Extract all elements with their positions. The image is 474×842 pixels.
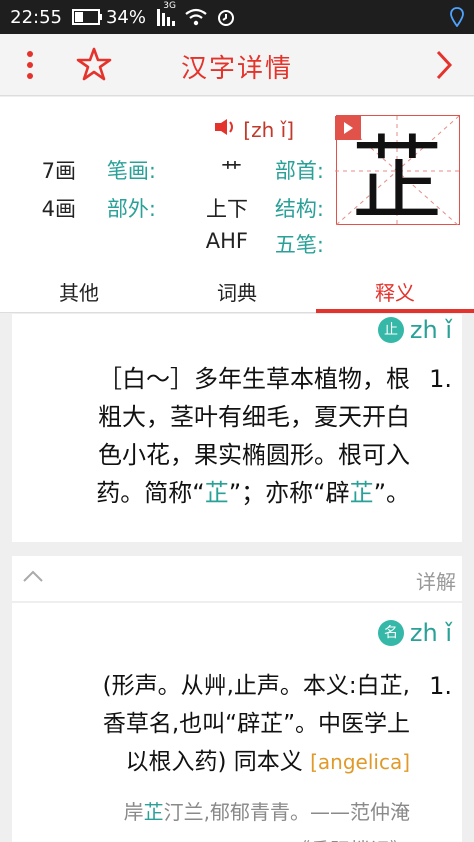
location-icon	[450, 7, 464, 27]
speaker-icon[interactable]	[209, 117, 235, 142]
pinyin-header: zh ǐ 止	[377, 316, 452, 344]
bihua-value: 7画	[41, 159, 76, 183]
detail-section-label: 详解	[416, 570, 456, 594]
tab-qita[interactable]: 其他	[0, 269, 158, 313]
alarm-icon	[216, 7, 236, 27]
status-bar: 3G 34% 22:55	[0, 0, 474, 34]
more-menu-icon[interactable]	[22, 48, 38, 82]
quote-line: 岸芷汀兰,郁郁青青。——范仲淹	[123, 800, 410, 824]
network-type-label: 3G	[163, 1, 176, 11]
chevron-up-icon[interactable]	[22, 568, 44, 588]
wubi-value: AHF	[205, 229, 248, 253]
signal-icon: 3G	[154, 1, 176, 27]
battery-percent: 34%	[105, 6, 146, 28]
tab-shiyi[interactable]: 释义	[316, 269, 474, 313]
detail-line: 以根入药) 同本义 [angelica]	[125, 749, 410, 775]
buwai-label: 部外:	[106, 197, 156, 221]
pinyin-row: [zh ǐ]	[209, 117, 294, 142]
definition-line: 药。简称“芷”；亦称“辟芷”。	[96, 479, 410, 507]
detail-pinyin-badge: 名	[377, 620, 404, 646]
status-time: 22:55	[10, 6, 62, 28]
play-animation-icon[interactable]	[335, 116, 361, 140]
screen: 3G 34% 22:55 汉字详情 芷 [zh ǐ] 部首: 艹 笔画: 7画 …	[0, 0, 474, 842]
detail-pinyin-header: zh ǐ 名	[377, 619, 452, 647]
detail-definition-text: 1. (形声。从艸,止声。本义:白芷, 香草名,也叫“辟芷”。中医学上 以根入药…	[22, 667, 452, 842]
page-title: 汉字详情	[181, 54, 294, 84]
buwai-value: 4画	[41, 197, 76, 221]
definition-line: 粗大，茎叶有细毛，夏天开白	[98, 403, 410, 431]
tab-bar: 释义 词典 其他	[0, 269, 474, 313]
definition-line: 1. ［白～］多年生草本植物，根	[98, 365, 452, 393]
active-tab-indicator	[316, 309, 474, 313]
detail-line: 1. (形声。从艸,止声。本义:白芷,	[102, 672, 452, 700]
detail-definition-card: zh ǐ 名 1. (形声。从艸,止声。本义:白芷, 香草名,也叫“辟芷”。中医…	[12, 603, 462, 842]
status-bar-left	[450, 7, 464, 27]
app-header: 汉字详情	[0, 34, 474, 96]
bushou-value: 艹	[221, 159, 242, 183]
favorite-star-icon[interactable]	[76, 46, 112, 82]
basic-definition-card: zh ǐ 止 1. ［白～］多年生草本植物，根 粗大，茎叶有细毛，夏天开白 色小…	[12, 314, 462, 542]
pinyin-text: [zh ǐ]	[243, 117, 294, 142]
character-box: 芷	[335, 115, 460, 233]
jiegou-value: 上下	[206, 197, 248, 221]
definition-line: 色小花，果实椭圆形。根可入	[98, 441, 410, 469]
status-bar-right: 3G 34% 22:55	[10, 1, 236, 28]
wifi-icon	[184, 8, 208, 26]
wubi-label: 五笔:	[274, 233, 324, 257]
tab-cidian[interactable]: 词典	[158, 269, 316, 313]
bihua-label: 笔画:	[106, 159, 156, 183]
battery-icon	[71, 9, 102, 25]
quote-source-line: 《岳阳楼记》	[22, 831, 452, 842]
detail-section-header[interactable]: 详解	[12, 556, 462, 602]
pinyin-badge: 止	[377, 317, 404, 343]
pinyin-label: zh ǐ	[409, 316, 452, 344]
basic-definition-text: 1. ［白～］多年生草本植物，根 粗大，茎叶有细毛，夏天开白 色小花，果实椭圆形…	[22, 360, 452, 512]
bushou-row: 部首:	[274, 159, 324, 183]
jiegou-label: 结构:	[274, 197, 324, 221]
character-info-panel: 芷 [zh ǐ] 部首: 艹 笔画: 7画 结构: 上下 部外: 4画 五笔: …	[0, 97, 474, 269]
detail-line: 香草名,也叫“辟芷”。中医学上	[102, 711, 410, 737]
detail-pinyin-label: zh ǐ	[409, 619, 452, 647]
